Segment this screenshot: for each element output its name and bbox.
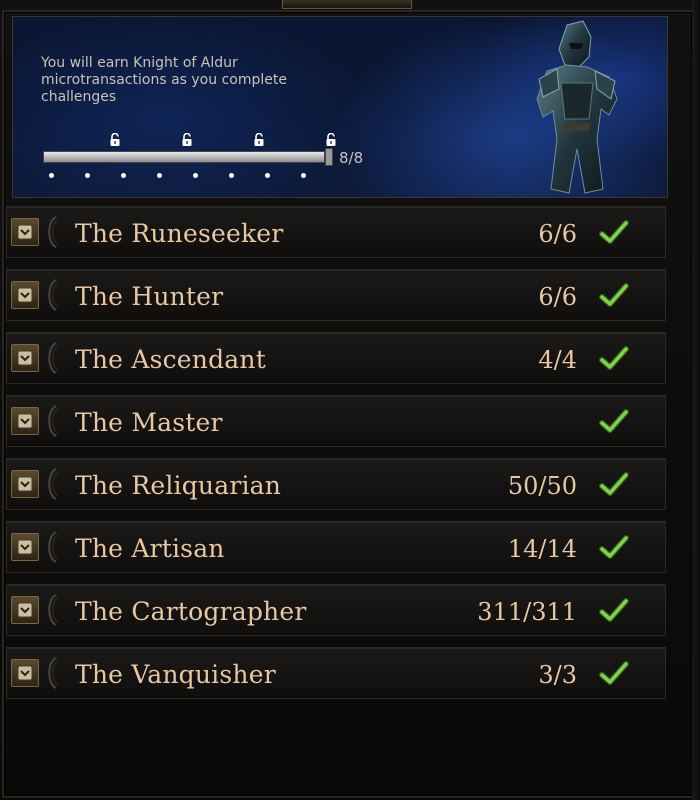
- expand-button[interactable]: [11, 218, 39, 246]
- checkmark-icon: [599, 598, 629, 622]
- chevron-down-icon: [17, 665, 33, 681]
- row-bracket-ornament: [48, 657, 59, 689]
- reward-description-line3: challenges: [41, 89, 117, 105]
- scrollbar-track[interactable]: [692, 0, 700, 800]
- checkmark-icon: [599, 220, 629, 244]
- challenge-count: 4/4: [538, 346, 577, 374]
- chevron-down-icon: [17, 287, 33, 303]
- challenge-row[interactable]: The Runeseeker 6/6: [6, 206, 666, 258]
- reward-progress-bar-end: [325, 148, 333, 166]
- reward-banner: You will earn Knight of Aldur microtrans…: [12, 16, 668, 198]
- challenge-row[interactable]: The Vanquisher 3/3: [6, 647, 666, 699]
- challenge-title: The Artisan: [75, 534, 225, 563]
- challenge-row[interactable]: The Reliquarian 50/50: [6, 458, 666, 510]
- checkmark-icon: [599, 283, 629, 307]
- challenge-row[interactable]: The Hunter 6/6: [6, 269, 666, 321]
- row-bracket-ornament: [48, 594, 59, 626]
- reward-description-line2: microtransactions as you complete: [41, 72, 287, 88]
- row-bracket-ornament: [48, 342, 59, 374]
- expand-button[interactable]: [11, 596, 39, 624]
- challenge-row[interactable]: The Artisan 14/14: [6, 521, 666, 573]
- challenges-panel: You will earn Knight of Aldur microtrans…: [0, 0, 700, 800]
- expand-button[interactable]: [11, 281, 39, 309]
- challenge-count: 311/311: [477, 598, 577, 626]
- row-bracket-ornament: [48, 216, 59, 248]
- unlocked-padlock-icon: [254, 133, 264, 146]
- progress-tick: [193, 173, 198, 178]
- expand-button[interactable]: [11, 533, 39, 561]
- progress-tick: [121, 173, 126, 178]
- reward-description-line1: You will earn Knight of Aldur: [41, 55, 238, 71]
- challenge-title: The Runeseeker: [75, 219, 284, 248]
- knight-of-aldur-armor-image: [536, 20, 618, 194]
- challenge-title: The Cartographer: [75, 597, 307, 626]
- progress-tick: [157, 173, 162, 178]
- challenge-title: The Reliquarian: [75, 471, 282, 500]
- row-bracket-ornament: [48, 468, 59, 500]
- checkmark-icon: [599, 409, 629, 433]
- row-bracket-ornament: [48, 279, 59, 311]
- expand-button[interactable]: [11, 659, 39, 687]
- chevron-down-icon: [17, 476, 33, 492]
- challenge-count: 6/6: [538, 283, 577, 311]
- row-bracket-ornament: [48, 531, 59, 563]
- reward-description: You will earn Knight of Aldur microtrans…: [41, 55, 341, 106]
- row-bracket-ornament: [48, 405, 59, 437]
- checkmark-icon: [599, 346, 629, 370]
- challenge-count: 14/14: [507, 535, 577, 563]
- unlocked-padlock-icon: [110, 133, 120, 146]
- challenge-title: The Hunter: [75, 282, 224, 311]
- progress-tick: [265, 173, 270, 178]
- challenge-row[interactable]: The Ascendant 4/4: [6, 332, 666, 384]
- checkmark-icon: [599, 661, 629, 685]
- unlocked-padlock-icon: [182, 133, 192, 146]
- challenge-title: The Vanquisher: [75, 660, 276, 689]
- checkmark-icon: [599, 472, 629, 496]
- expand-button[interactable]: [11, 407, 39, 435]
- expand-button[interactable]: [11, 344, 39, 372]
- unlocked-padlock-icon: [326, 133, 336, 146]
- challenge-count: 50/50: [507, 472, 577, 500]
- panel-top-tab[interactable]: [282, 0, 412, 9]
- chevron-down-icon: [17, 350, 33, 366]
- challenge-count: 3/3: [538, 661, 577, 689]
- chevron-down-icon: [17, 539, 33, 555]
- chevron-down-icon: [17, 413, 33, 429]
- reward-progress-text: 8/8: [339, 149, 364, 167]
- progress-tick: [229, 173, 234, 178]
- challenge-row[interactable]: The Cartographer 311/311: [6, 584, 666, 636]
- challenge-row[interactable]: The Master: [6, 395, 666, 447]
- challenge-title: The Master: [75, 408, 223, 437]
- chevron-down-icon: [17, 224, 33, 240]
- chevron-down-icon: [17, 602, 33, 618]
- progress-tick: [85, 173, 90, 178]
- progress-tick: [301, 173, 306, 178]
- challenge-count: 6/6: [538, 220, 577, 248]
- reward-progress-bar: [43, 151, 325, 163]
- checkmark-icon: [599, 535, 629, 559]
- progress-tick: [49, 173, 54, 178]
- challenge-title: The Ascendant: [75, 345, 266, 374]
- expand-button[interactable]: [11, 470, 39, 498]
